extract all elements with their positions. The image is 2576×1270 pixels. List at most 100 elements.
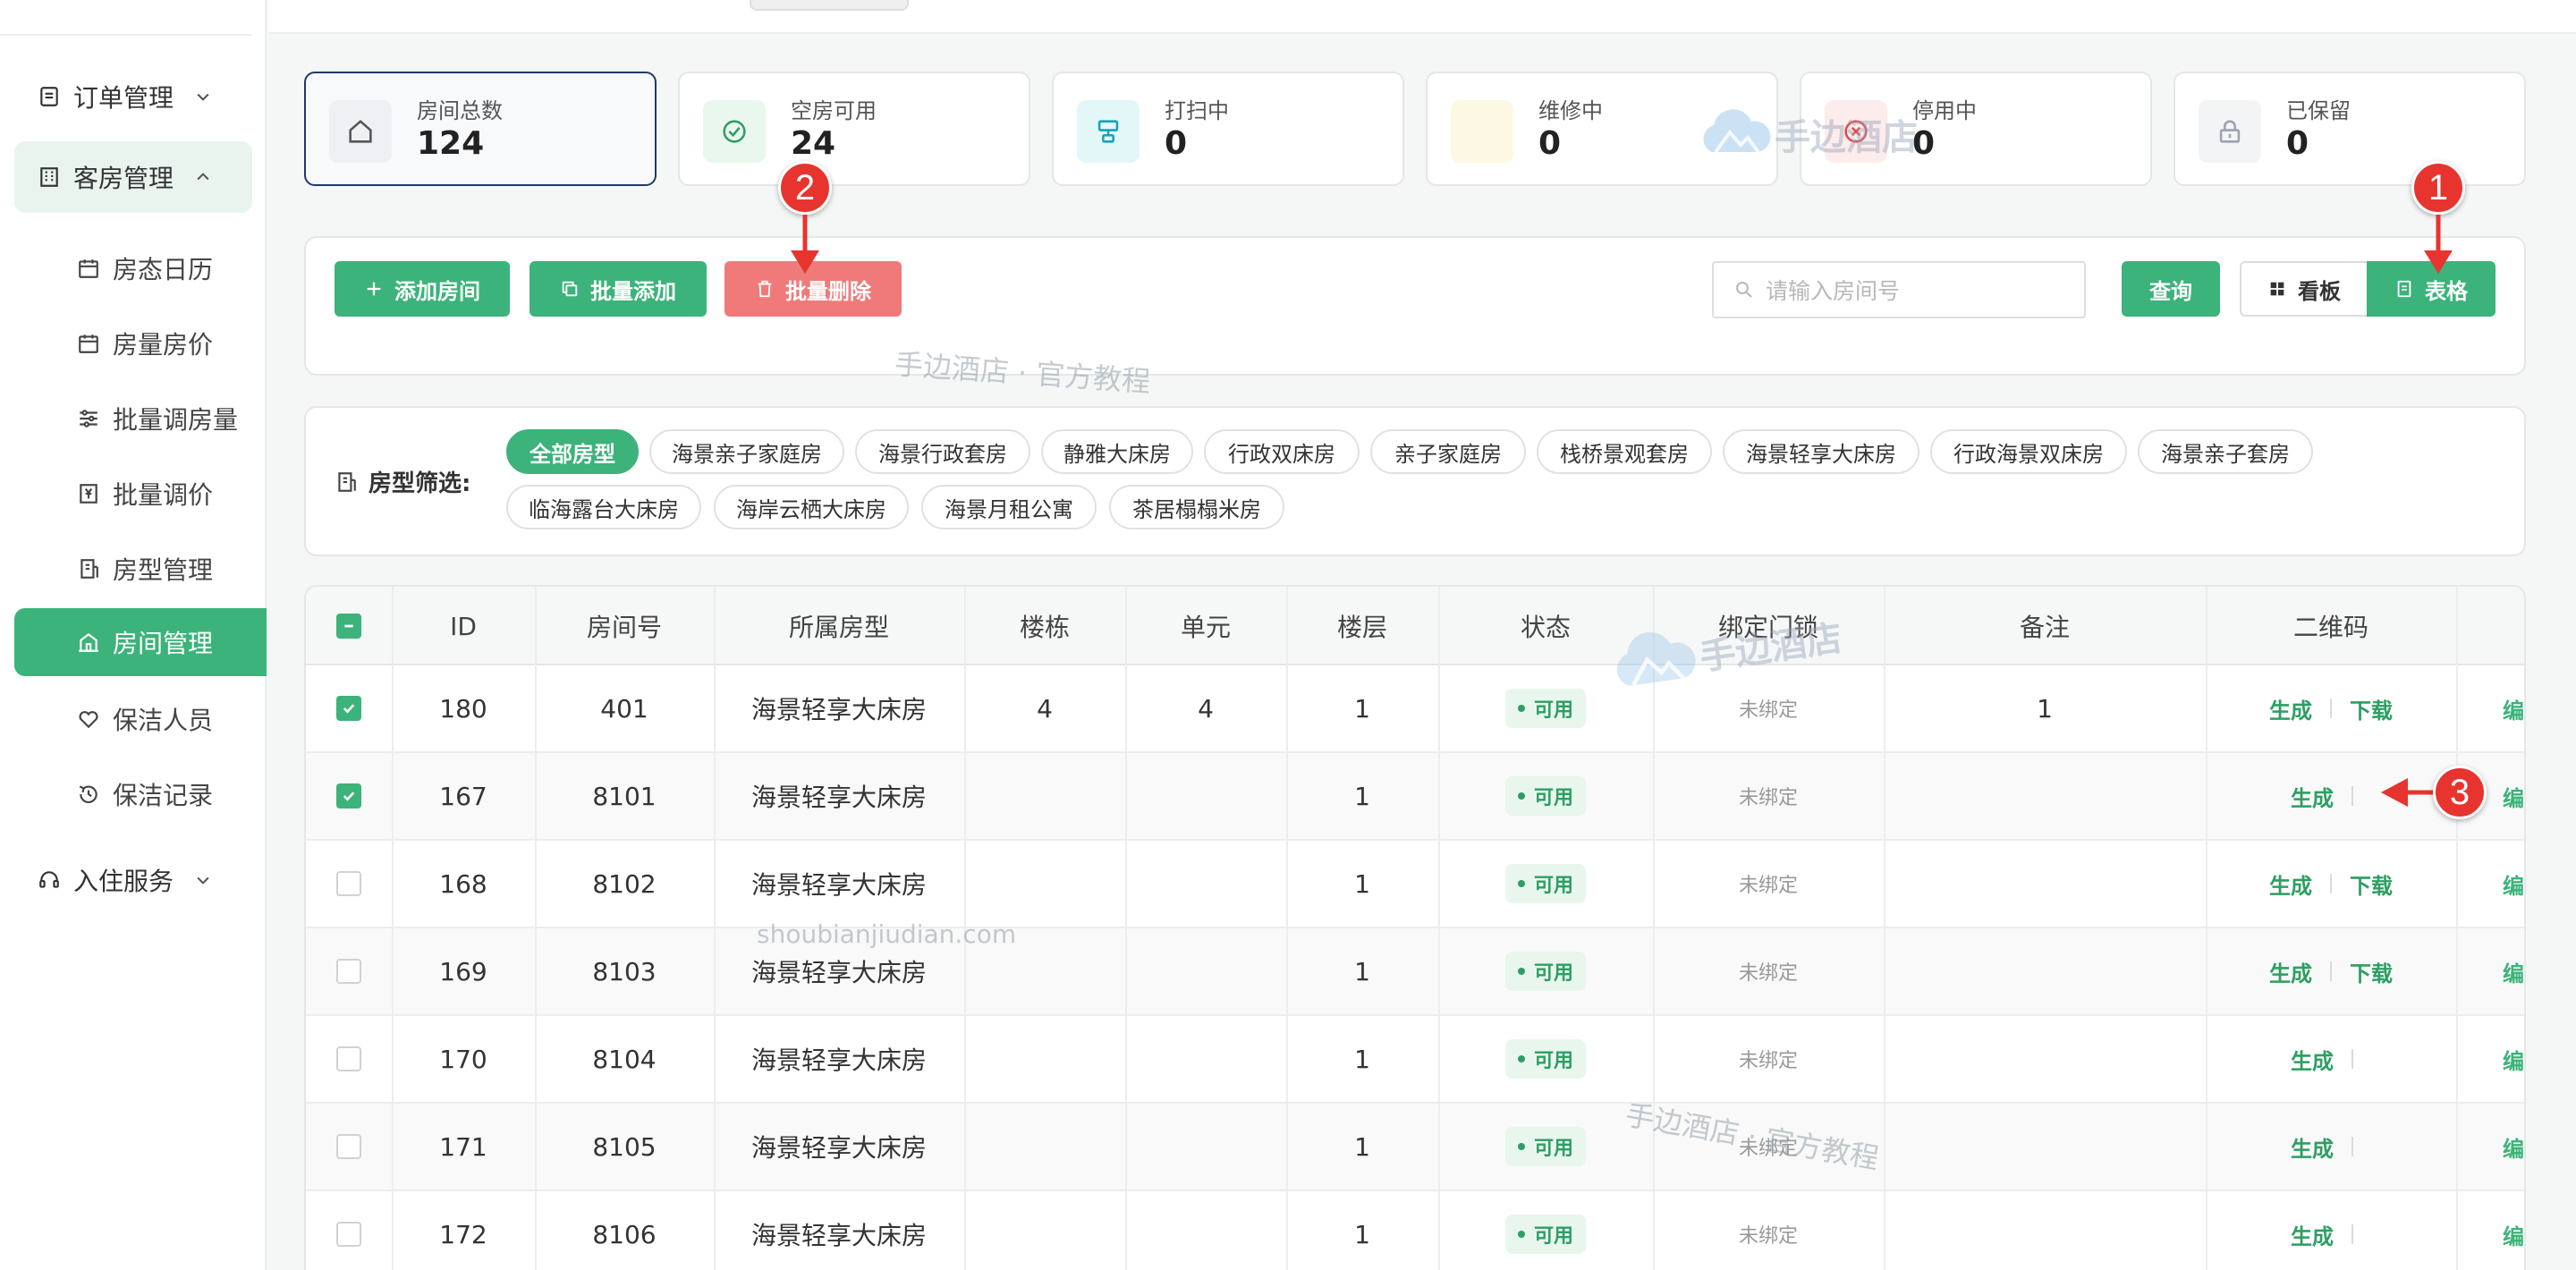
qr-download-link[interactable]: 下载 (2350, 868, 2393, 900)
stat-card-reserved[interactable]: 已保留 0 (2174, 72, 2526, 186)
rooms-table: ID 房间号 所属房型 楼栋 单元 楼层 状态 绑定门锁 备注 二维码 180 4… (304, 585, 2526, 1270)
cell-note (1884, 841, 2206, 927)
stat-label: 停用中 (1912, 98, 1977, 123)
cell-note (1884, 1016, 2206, 1102)
chevron-up-icon (191, 165, 215, 189)
qr-generate-link[interactable]: 生成 (2291, 1044, 2334, 1075)
qr-generate-link[interactable]: 生成 (2269, 956, 2312, 987)
sidebar-item-room-management[interactable]: 房间管理 (14, 608, 267, 676)
table-row[interactable]: 167 8101 海景轻享大床房 1 可用 未绑定 生成 编 (306, 753, 2524, 841)
calendar-icon (75, 255, 102, 282)
edit-link[interactable]: 编 (2456, 928, 2524, 1014)
stat-value: 124 (417, 125, 485, 162)
stat-card-total[interactable]: 房间总数 124 (304, 72, 657, 186)
table-row[interactable]: 170 8104 海景轻享大床房 1 可用 未绑定 生成 编 (306, 1016, 2524, 1104)
filter-chip[interactable]: 海景亲子家庭房 (649, 429, 844, 474)
query-button[interactable]: 查询 (2122, 261, 2220, 317)
filter-label-text: 房型筛选: (369, 470, 471, 497)
edit-link[interactable]: 编 (2456, 665, 2524, 751)
lock-cell: 未绑定 (1653, 1016, 1884, 1102)
row-checkbox[interactable] (336, 1134, 361, 1159)
qr-download-link[interactable]: 下载 (2350, 693, 2393, 724)
add-room-button[interactable]: 添加房间 (335, 261, 510, 317)
menu-group-orders[interactable]: 订单管理 (14, 61, 252, 132)
filter-chip[interactable]: 海岸云栖大床房 (714, 485, 909, 529)
filter-chip[interactable]: 海景亲子套房 (2138, 429, 2313, 474)
lock-status-text: 未绑定 (1738, 787, 1798, 809)
sidebar-item-batch-price[interactable]: 批量调价 (14, 460, 267, 528)
wrench-icon (1451, 100, 1513, 163)
chevron-down-icon (191, 85, 215, 108)
filter-chip[interactable]: 海景月租公寓 (921, 485, 1097, 529)
menu-group-rooms[interactable]: 客房管理 (14, 141, 252, 213)
stat-card-cleaning[interactable]: 打扫中 0 (1052, 72, 1404, 186)
annotation-marker-1: 1 (2411, 161, 2465, 215)
menu-group-checkin[interactable]: 入住服务 (14, 844, 252, 916)
filter-chip[interactable]: 静雅大床房 (1041, 429, 1193, 474)
row-checkbox[interactable] (336, 696, 361, 721)
sidebar-item-cleaning-staff[interactable]: 保洁人员 (14, 685, 267, 753)
filter-chip[interactable]: 海景行政套房 (855, 429, 1030, 474)
column-header: 单元 (1180, 613, 1231, 642)
edit-link[interactable]: 编 (2456, 1191, 2524, 1270)
row-checkbox[interactable] (336, 959, 361, 984)
history-icon (75, 781, 102, 808)
row-select-cell (306, 1016, 392, 1102)
qr-download-link[interactable]: 下载 (2350, 956, 2393, 987)
row-checkbox[interactable] (336, 783, 361, 809)
row-checkbox[interactable] (336, 1222, 361, 1247)
view-board-button[interactable]: 看板 (2240, 261, 2368, 317)
qr-generate-link[interactable]: 生成 (2291, 1131, 2334, 1163)
filter-chip[interactable]: 行政双床房 (1204, 429, 1360, 474)
table-row[interactable]: 169 8103 海景轻享大床房 1 可用 未绑定 生成 下载编 (306, 928, 2524, 1016)
edit-link[interactable]: 编 (2456, 841, 2524, 927)
row-checkbox[interactable] (336, 871, 361, 896)
edit-link[interactable]: 编 (2456, 1016, 2524, 1102)
cell-building (964, 841, 1125, 927)
cell-room: 8104 (592, 1044, 657, 1074)
table-row[interactable]: 180 401 海景轻享大床房 4 4 1 可用 未绑定 1 生成 下载 编 (306, 665, 2524, 753)
qr-actions: 生成 (2291, 1044, 2371, 1075)
qr-actions: 生成 下载 (2269, 868, 2393, 900)
edit-link-text: 编 (2503, 785, 2524, 811)
select-all-checkbox[interactable] (336, 614, 361, 639)
table-icon (2394, 279, 2414, 299)
qr-generate-link[interactable]: 生成 (2269, 868, 2312, 900)
table-row[interactable]: 168 8102 海景轻享大床房 1 可用 未绑定 生成 下载 编 (306, 841, 2524, 928)
stat-card-available[interactable]: 空房可用 24 (678, 72, 1030, 186)
column-divider (535, 587, 537, 1270)
batch-add-button[interactable]: 批量添加 (530, 261, 707, 317)
filter-chip[interactable]: 栈桥景观套房 (1537, 429, 1712, 474)
qr-generate-link[interactable]: 生成 (2291, 1219, 2334, 1250)
row-checkbox[interactable] (336, 1046, 361, 1071)
view-table-label: 表格 (2425, 278, 2468, 304)
sidebar-item-room-calendar[interactable]: 房态日历 (14, 234, 267, 302)
cell-floor: 1 (1354, 868, 1370, 899)
select-all-cell[interactable] (306, 587, 392, 665)
header-tab[interactable] (750, 0, 909, 11)
filter-chip[interactable]: 全部房型 (506, 429, 639, 474)
calendar-icon (75, 330, 102, 357)
filter-chip[interactable]: 临海露台大床房 (506, 485, 701, 529)
qr-generate-link[interactable]: 生成 (2269, 693, 2312, 724)
sidebar-item-batch-inventory[interactable]: 批量调房量 (14, 385, 267, 453)
sidebar-item-room-types[interactable]: 房型管理 (14, 535, 267, 603)
table-row[interactable]: 171 8105 海景轻享大床房 1 可用 未绑定 生成编 (306, 1104, 2524, 1191)
lock-status-text: 未绑定 (1738, 1050, 1798, 1072)
edit-link[interactable]: 编 (2456, 1104, 2524, 1190)
column-header: 备注 (2019, 613, 2070, 642)
table-row[interactable]: 172 8106 海景轻享大床房 1 可用 未绑定 生成 编 (306, 1191, 2524, 1270)
filter-chip[interactable]: 亲子家庭房 (1370, 429, 1526, 474)
status-dot-icon (1517, 880, 1525, 887)
qr-generate-link[interactable]: 生成 (2291, 781, 2334, 812)
sidebar-item-room-price[interactable]: 房量房价 (14, 309, 267, 377)
search-input[interactable]: 请输入房间号 (1712, 261, 2086, 318)
stat-label: 已保留 (2286, 98, 2351, 123)
status-badge: 可用 (1504, 1127, 1586, 1166)
filter-chip[interactable]: 行政海景双床房 (1930, 429, 2127, 474)
sidebar-item-cleaning-records[interactable]: 保洁记录 (14, 760, 267, 828)
filter-chip[interactable]: 海景轻享大床房 (1723, 429, 1919, 474)
qr-actions-cell: 生成 下载 (2206, 928, 2456, 1014)
filter-chip[interactable]: 茶居榻榻米房 (1109, 485, 1284, 529)
heart-hand-icon (75, 706, 102, 732)
